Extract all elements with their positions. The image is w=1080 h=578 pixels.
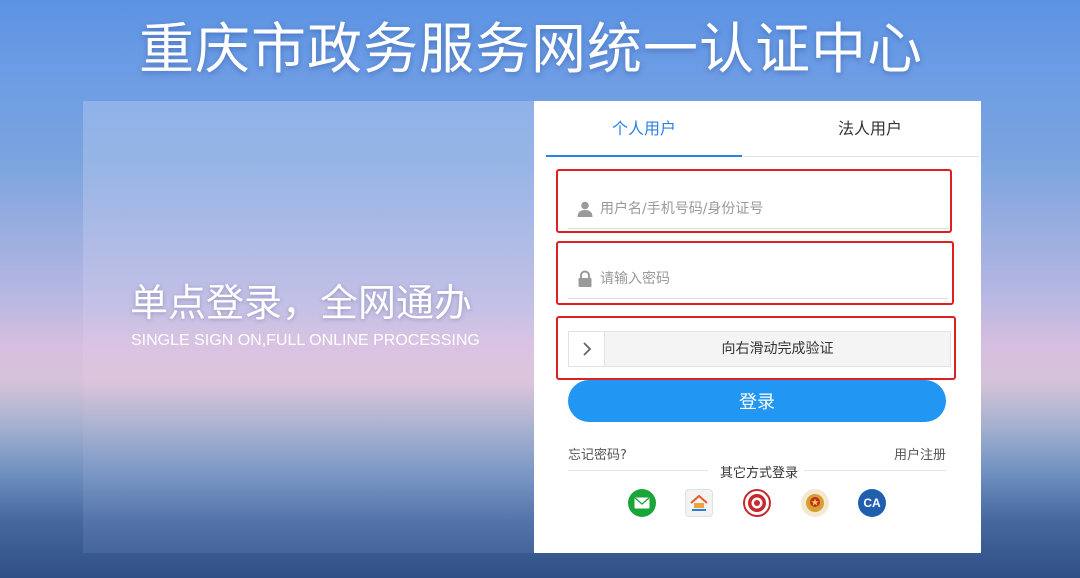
cq-app-icon[interactable]: [685, 489, 713, 517]
other-login-label: 其它方式登录: [714, 462, 804, 481]
national-emblem-icon[interactable]: [801, 489, 829, 517]
divider-right: [804, 470, 946, 471]
chevron-right-icon: [582, 342, 591, 356]
page-title: 重庆市政务服务网统一认证中心: [138, 17, 923, 81]
username-field: [568, 189, 948, 229]
emblem-icon: [806, 494, 824, 512]
slider-captcha: 向右滑动完成验证: [568, 331, 951, 367]
seal-emblem-icon: [748, 494, 766, 512]
login-tabs: 个人用户 法人用户: [546, 101, 979, 157]
seal-icon[interactable]: [743, 489, 771, 517]
password-field: [568, 259, 948, 299]
envelope-icon: [634, 497, 650, 509]
hero-slogan-english: SINGLE SIGN ON,FULL ONLINE PROCESSING: [131, 332, 480, 349]
ca-icon[interactable]: CA: [858, 489, 886, 517]
login-button[interactable]: 登录: [568, 380, 946, 422]
user-icon: [577, 201, 593, 217]
ca-label: CA: [863, 496, 881, 510]
password-input[interactable]: [600, 263, 930, 294]
wechat-icon[interactable]: [628, 489, 656, 517]
tab-personal-user[interactable]: 个人用户: [546, 101, 742, 157]
slider-handle[interactable]: [569, 332, 605, 366]
tab-legal-user[interactable]: 法人用户: [770, 101, 970, 157]
forgot-password-link[interactable]: 忘记密码?: [568, 444, 627, 463]
username-input[interactable]: [600, 193, 930, 224]
hero-slogan: 单点登录，全网通办: [130, 281, 473, 325]
divider-left: [568, 470, 708, 471]
slider-hint: 向右滑动完成验证: [721, 341, 834, 357]
register-link[interactable]: 用户注册: [894, 444, 946, 463]
lock-icon: [578, 269, 592, 287]
house-logo-icon: [690, 494, 708, 511]
login-card: 个人用户 法人用户 向右滑动完成验证 登录 忘记密码? 用户注册 其它方式登录: [534, 101, 981, 553]
